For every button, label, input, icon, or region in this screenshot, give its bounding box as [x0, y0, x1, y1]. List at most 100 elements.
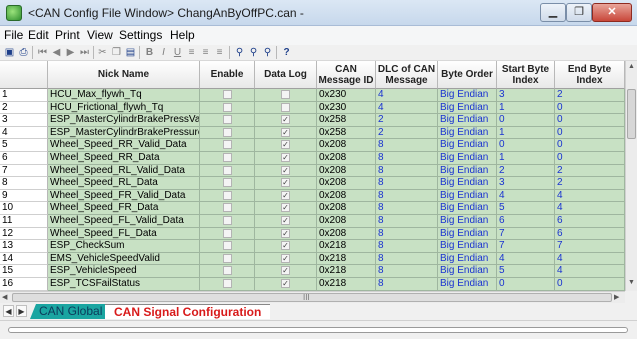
- end-byte-index-cell[interactable]: 0: [555, 114, 625, 127]
- start-byte-index-cell[interactable]: 5: [497, 202, 555, 215]
- row-number[interactable]: 15: [0, 265, 48, 278]
- row-number[interactable]: 13: [0, 240, 48, 253]
- can-message-id-cell[interactable]: 0x208: [317, 189, 376, 203]
- row-number[interactable]: 10: [0, 202, 48, 215]
- end-byte-index-cell[interactable]: 2: [555, 89, 625, 102]
- can-message-id-cell[interactable]: 0x208: [317, 177, 376, 190]
- enable-checkbox[interactable]: [222, 266, 232, 276]
- byte-order-cell[interactable]: Big Endian: [438, 215, 497, 228]
- start-byte-index-cell[interactable]: 5: [497, 265, 555, 278]
- menu-edit[interactable]: Edit: [28, 28, 49, 42]
- start-byte-index-cell[interactable]: 1: [497, 126, 555, 140]
- end-byte-index-cell[interactable]: 4: [555, 252, 625, 266]
- paste-icon[interactable]: ▤: [124, 46, 137, 59]
- row-number[interactable]: 12: [0, 227, 48, 241]
- dlc-cell[interactable]: 8: [376, 177, 438, 190]
- byte-order-cell[interactable]: Big Endian: [438, 164, 497, 178]
- start-byte-index-cell[interactable]: 1: [497, 101, 555, 115]
- tab-can-global[interactable]: CAN Global: [30, 304, 111, 319]
- can-message-id-cell[interactable]: 0x258: [317, 114, 376, 127]
- table-row[interactable]: 3 ESP_MasterCylindrBrakePressValid ✓ 0x258 2…: [0, 114, 625, 127]
- byte-order-cell[interactable]: Big Endian: [438, 126, 497, 140]
- copy-icon[interactable]: ❐: [110, 46, 123, 59]
- dlc-cell[interactable]: 4: [376, 89, 438, 102]
- data-log-checkbox[interactable]: ✓: [281, 190, 290, 200]
- row-number[interactable]: 2: [0, 101, 48, 115]
- byte-order-cell[interactable]: Big Endian: [438, 202, 497, 215]
- start-byte-index-cell[interactable]: 4: [497, 252, 555, 266]
- column-header-dlc[interactable]: DLC of CAN Message: [376, 61, 438, 89]
- dlc-cell[interactable]: 8: [376, 164, 438, 178]
- can-message-id-cell[interactable]: 0x208: [317, 215, 376, 228]
- table-row[interactable]: 9 Wheel_Speed_FR_Valid_Data ✓ 0x208 8 Big End…: [0, 189, 625, 203]
- align-right-icon[interactable]: ≡: [213, 46, 226, 59]
- end-byte-index-cell[interactable]: 0: [555, 139, 625, 152]
- horizontal-scrollbar[interactable]: ◀ III ▶: [0, 291, 625, 303]
- save-icon[interactable]: ▣: [3, 46, 16, 59]
- table-row[interactable]: 10 Wheel_Speed_FR_Data ✓ 0x208 8 Big Endian 5 4: [0, 202, 625, 215]
- enable-checkbox[interactable]: [222, 203, 232, 213]
- scroll-left-icon[interactable]: ◀: [2, 293, 7, 301]
- table-row[interactable]: 8 Wheel_Speed_RL_Data ✓ 0x208 8 Big Endian 3 2: [0, 177, 625, 190]
- underline-icon[interactable]: U: [171, 46, 184, 59]
- start-byte-index-cell[interactable]: 2: [497, 164, 555, 178]
- nick-name-cell[interactable]: HCU_Max_flywh_Tq: [48, 89, 200, 102]
- data-log-checkbox[interactable]: ✓: [281, 153, 290, 162]
- nick-name-cell[interactable]: EMS_VehicleSpeedValid: [48, 252, 200, 266]
- byte-order-cell[interactable]: Big Endian: [438, 189, 497, 203]
- end-byte-index-cell[interactable]: 0: [555, 101, 625, 115]
- start-byte-index-cell[interactable]: 0: [497, 139, 555, 152]
- table-row[interactable]: 5 Wheel_Speed_RR_Valid_Data ✓ 0x208 8 Big End…: [0, 139, 625, 152]
- end-byte-index-cell[interactable]: 0: [555, 126, 625, 140]
- byte-order-cell[interactable]: Big Endian: [438, 240, 497, 253]
- end-byte-index-cell[interactable]: 2: [555, 164, 625, 178]
- help-icon[interactable]: ?: [280, 46, 293, 59]
- byte-order-cell[interactable]: Big Endian: [438, 89, 497, 102]
- table-row[interactable]: 13 ESP_CheckSum ✓ 0x218 8 Big Endian 7 7: [0, 240, 625, 253]
- table-row[interactable]: 4 ESP_MasterCylindrBrakePressure ✓ 0x258 2 Bi…: [0, 126, 625, 140]
- byte-order-cell[interactable]: Big Endian: [438, 265, 497, 278]
- byte-order-cell[interactable]: Big Endian: [438, 101, 497, 115]
- byte-order-cell[interactable]: Big Endian: [438, 152, 497, 165]
- tab-can-signal-configuration[interactable]: CAN Signal Configuration: [105, 304, 271, 319]
- enable-checkbox[interactable]: [222, 178, 232, 188]
- menu-settings[interactable]: Settings: [119, 28, 162, 42]
- dlc-cell[interactable]: 8: [376, 139, 438, 152]
- nick-name-cell[interactable]: HCU_Frictional_flywh_Tq: [48, 101, 200, 115]
- next-icon[interactable]: ▶: [64, 46, 77, 59]
- byte-order-cell[interactable]: Big Endian: [438, 177, 497, 190]
- nick-name-cell[interactable]: Wheel_Speed_RR_Data: [48, 152, 200, 165]
- start-byte-index-cell[interactable]: 0: [497, 114, 555, 127]
- can-message-id-cell[interactable]: 0x208: [317, 202, 376, 215]
- data-log-checkbox[interactable]: ✓: [281, 203, 290, 213]
- byte-order-cell[interactable]: Big Endian: [438, 139, 497, 152]
- nick-name-cell[interactable]: Wheel_Speed_FR_Valid_Data: [48, 189, 200, 203]
- nick-name-cell[interactable]: Wheel_Speed_RL_Data: [48, 177, 200, 190]
- dlc-cell[interactable]: 8: [376, 215, 438, 228]
- can-message-id-cell[interactable]: 0x218: [317, 278, 376, 291]
- can-message-id-cell[interactable]: 0x258: [317, 126, 376, 140]
- tab-next-icon[interactable]: ▶: [16, 305, 27, 317]
- data-log-checkbox[interactable]: ✓: [281, 266, 290, 276]
- row-number[interactable]: 14: [0, 252, 48, 266]
- enable-checkbox[interactable]: [222, 165, 232, 175]
- find-next-icon[interactable]: ⚲: [247, 46, 260, 59]
- start-byte-index-cell[interactable]: 3: [497, 177, 555, 190]
- can-message-id-cell[interactable]: 0x230: [317, 101, 376, 115]
- last-icon[interactable]: ⏭: [78, 46, 91, 59]
- end-byte-index-cell[interactable]: 0: [555, 278, 625, 291]
- menu-file[interactable]: File: [4, 28, 23, 42]
- dlc-cell[interactable]: 8: [376, 240, 438, 253]
- scroll-right-icon[interactable]: ▶: [614, 293, 619, 301]
- byte-order-cell[interactable]: Big Endian: [438, 278, 497, 291]
- end-byte-index-cell[interactable]: 6: [555, 215, 625, 228]
- end-byte-index-cell[interactable]: 2: [555, 177, 625, 190]
- dlc-cell[interactable]: 4: [376, 101, 438, 115]
- vertical-scrollbar[interactable]: ▲ ▼: [625, 61, 637, 291]
- prev-icon[interactable]: ◀: [50, 46, 63, 59]
- nick-name-cell[interactable]: ESP_CheckSum: [48, 240, 200, 253]
- align-left-icon[interactable]: ≡: [185, 46, 198, 59]
- table-row[interactable]: 7 Wheel_Speed_RL_Valid_Data ✓ 0x208 8 Big End…: [0, 164, 625, 178]
- start-byte-index-cell[interactable]: 4: [497, 189, 555, 203]
- row-number[interactable]: 16: [0, 278, 48, 291]
